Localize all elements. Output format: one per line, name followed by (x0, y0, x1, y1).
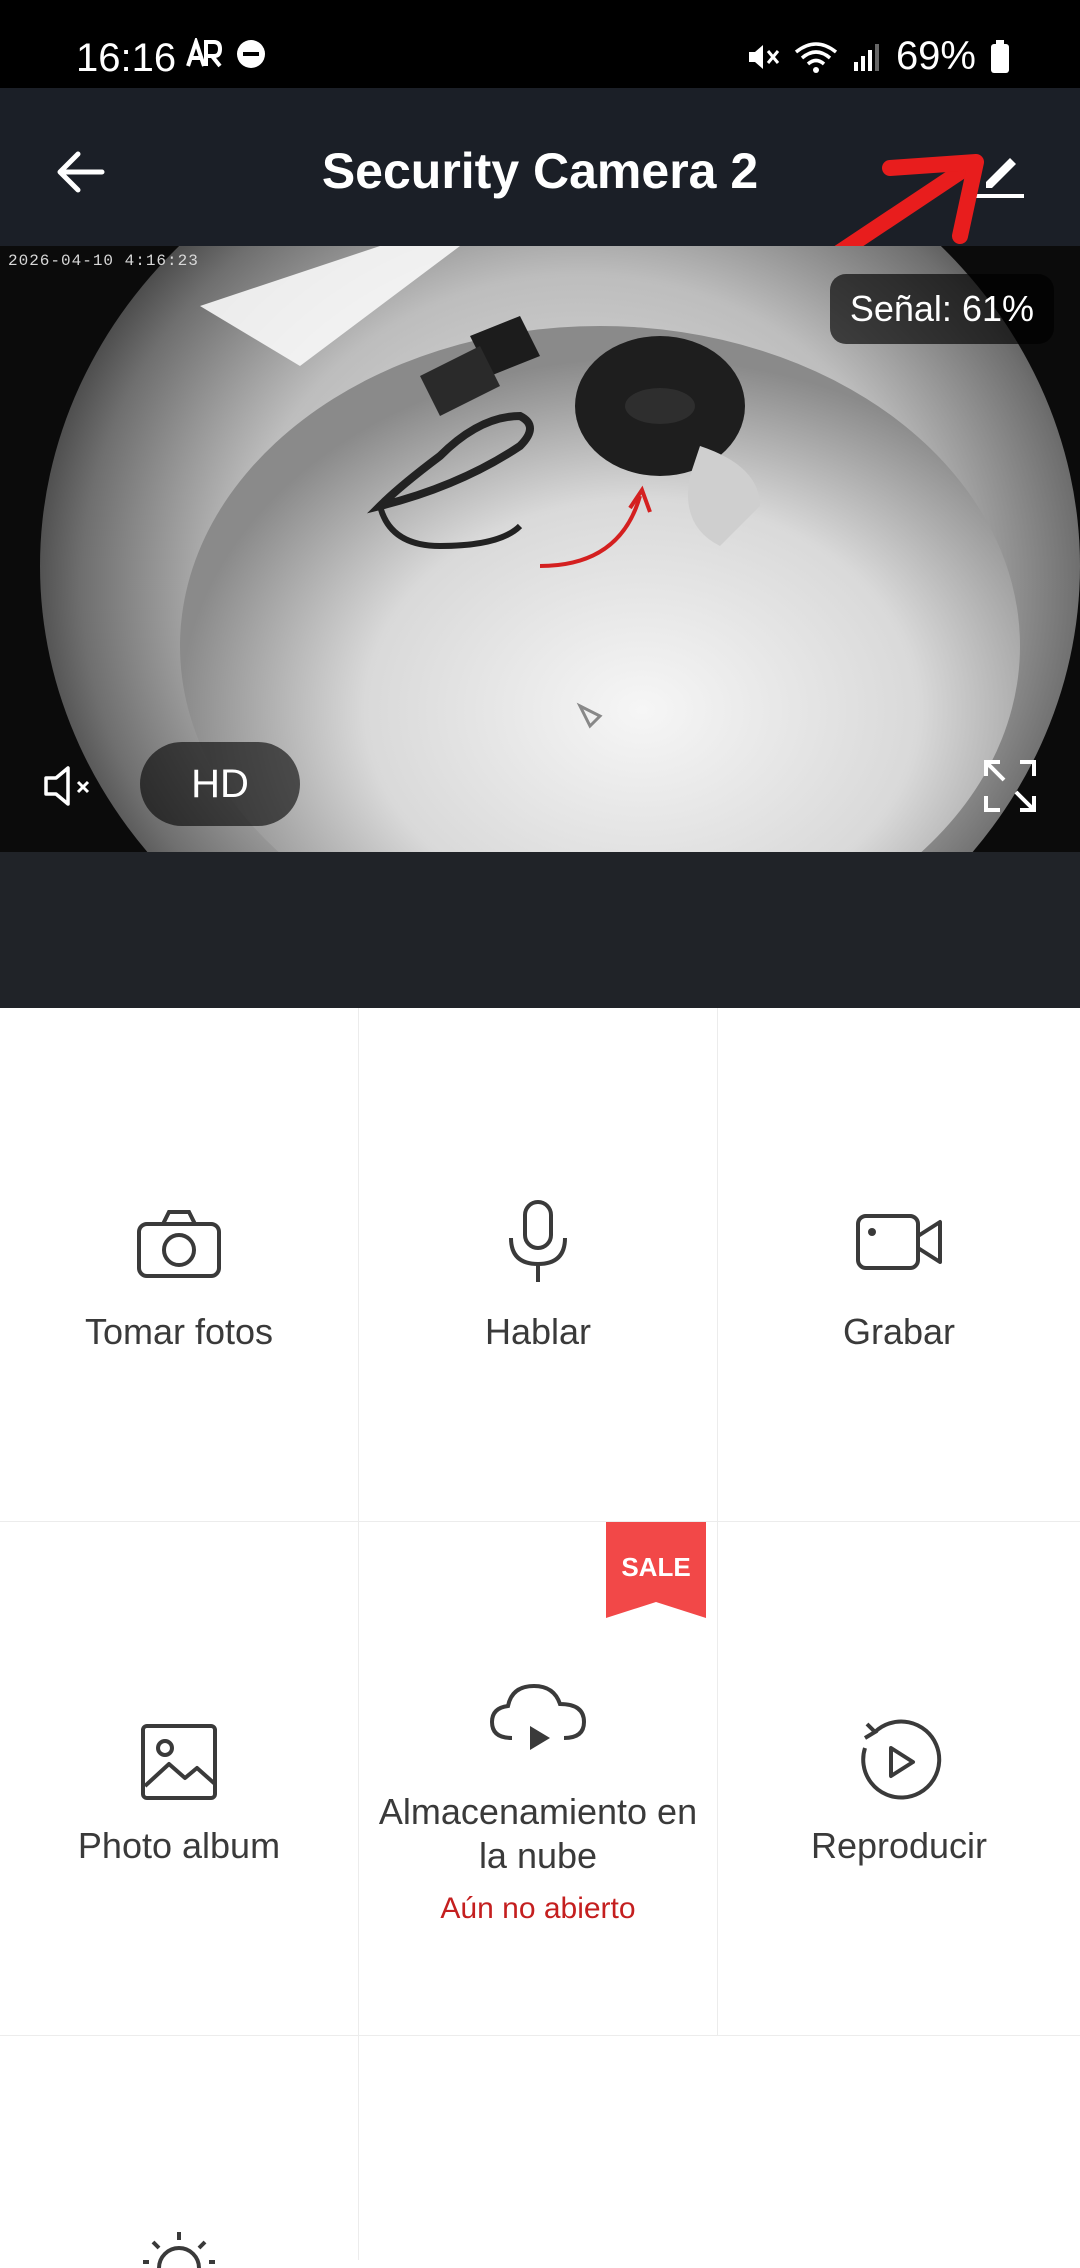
app-bar: Security Camera 2 (0, 88, 1080, 246)
sale-badge-text: SALE (621, 1552, 691, 1582)
cloud-play-icon (489, 1683, 587, 1750)
fullscreen-icon[interactable] (978, 754, 1042, 818)
take-photo-label: Tomar fotos (84, 1311, 274, 1352)
image-icon (141, 1724, 217, 1800)
status-time: 16:16 (76, 36, 177, 80)
photo-album-label: Photo album (77, 1825, 281, 1866)
camera-icon (137, 1210, 221, 1278)
page-title: Security Camera 2 (321, 143, 759, 199)
camera-video-feed[interactable]: 2026-04-10 4:16:23 Señal: 61% HD (0, 246, 1080, 852)
status-right-icons: 69% (746, 34, 1010, 79)
cell-signal-icon (853, 43, 879, 71)
brightness-icon (143, 2232, 215, 2268)
cloud-storage-status: Aún no abierto (440, 1892, 636, 1925)
playback-label: Reproducir (810, 1825, 988, 1866)
ar-icon (186, 38, 223, 68)
battery-icon (991, 39, 1009, 73)
wifi-icon (794, 41, 838, 73)
playback-button[interactable]: Reproducir (718, 1522, 1080, 2036)
edit-pencil-icon[interactable] (970, 142, 1030, 202)
signal-badge: Señal: 61% (829, 274, 1054, 344)
cloud-storage-button[interactable]: SALE Almacenamiento en la nube Aún no ab… (359, 1522, 718, 2036)
record-button[interactable]: Grabar (718, 1008, 1080, 1522)
mute-status-icon (748, 44, 780, 69)
talk-button[interactable]: Hablar (359, 1008, 718, 1522)
record-label: Grabar (842, 1311, 956, 1352)
battery-percent: 69% (895, 34, 976, 78)
speaker-muted-icon[interactable] (40, 756, 100, 816)
photo-album-button[interactable]: Photo album (0, 1522, 359, 2036)
video-camera-icon (856, 1214, 942, 1270)
cloud-storage-label: Almacenamiento en la nube (378, 1791, 698, 1876)
playback-icon (861, 1719, 942, 1800)
function-grid: Tomar fotos Hablar Grabar Photo album SA… (0, 1008, 1080, 2268)
status-left-icons (184, 38, 266, 70)
video-timestamp: 2026-04-10 4:16:23 (8, 252, 199, 270)
do-not-disturb-icon (237, 40, 265, 68)
quality-toggle-button[interactable]: HD (140, 742, 300, 826)
take-photo-button[interactable]: Tomar fotos (0, 1008, 359, 1522)
night-mode-button[interactable] (0, 2036, 359, 2268)
talk-label: Hablar (484, 1311, 592, 1352)
status-bar: 16:16 69% (0, 0, 1080, 88)
empty-cell (359, 2036, 1080, 2260)
microphone-icon (509, 1200, 567, 1282)
video-bottom-strip (0, 852, 1080, 1008)
